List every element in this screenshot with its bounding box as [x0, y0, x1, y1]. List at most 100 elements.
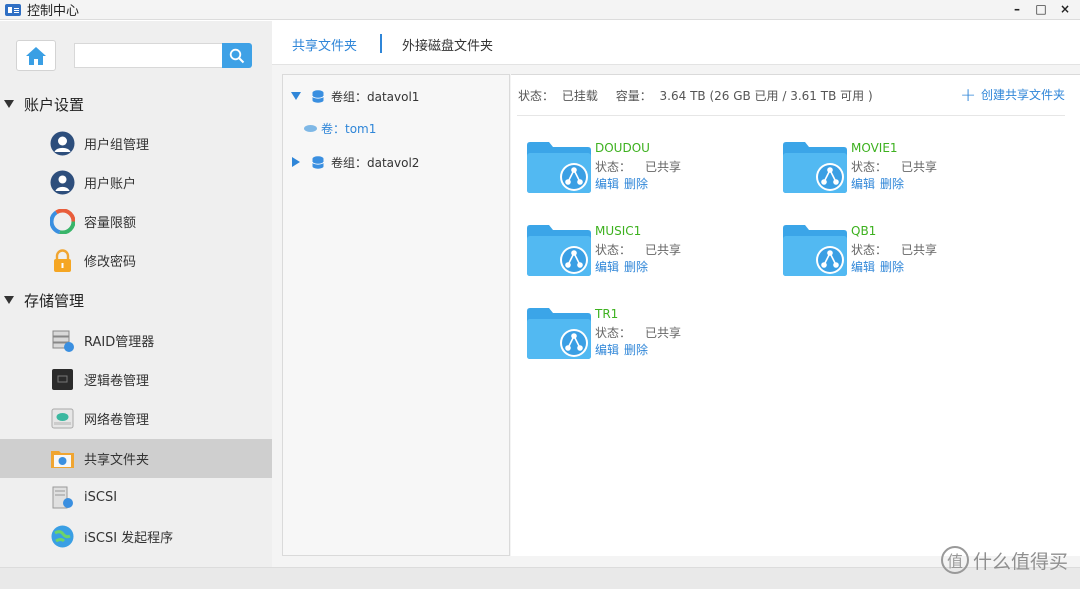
edit-link[interactable]: 编辑 — [595, 260, 619, 274]
volume-icon — [304, 124, 317, 132]
expand-down-icon[interactable] — [291, 92, 301, 100]
quota-icon — [50, 209, 75, 234]
home-button[interactable] — [16, 40, 56, 71]
sidebar-item-user-accounts[interactable]: 用户账户 — [0, 163, 272, 202]
delete-link[interactable]: 删除 — [880, 177, 904, 191]
folder-card[interactable]: TR1 状态： 已共享 编辑 删除 — [527, 307, 767, 367]
sidebar-item-raid-manager[interactable]: RAID管理器 — [0, 321, 272, 360]
tab-bar: 共享文件夹 外接磁盘文件夹 — [272, 21, 1080, 65]
window-controls: – □ × — [1010, 2, 1072, 16]
sidebar-item-shared-folder[interactable]: 共享文件夹 — [0, 439, 272, 478]
folder-name[interactable]: QB1 — [851, 224, 876, 238]
folder-name[interactable]: MOVIE1 — [851, 141, 898, 155]
delete-link[interactable]: 删除 — [624, 260, 648, 274]
watermark: 值 什么值得买 — [940, 546, 1068, 574]
close-button[interactable]: × — [1058, 2, 1072, 16]
create-shared-folder-button[interactable]: + 创建共享文件夹 — [960, 83, 1065, 106]
sidebar-item-label: iSCSI — [84, 490, 118, 505]
sidebar-item-network-volume[interactable]: 网络卷管理 — [0, 399, 272, 438]
delete-link[interactable]: 删除 — [624, 177, 648, 191]
user-icon — [50, 170, 75, 195]
folder-status: 状态： 已共享 — [851, 241, 937, 258]
sidebar-item-label: 共享文件夹 — [84, 453, 150, 468]
maximize-button[interactable]: □ — [1034, 2, 1048, 16]
volume-tree: 卷组：datavol1 卷：tom1 卷组：datavol2 — [282, 74, 510, 556]
home-icon — [26, 46, 46, 65]
network-volume-icon — [51, 408, 74, 429]
group-account-settings[interactable]: 账户设置 — [0, 89, 272, 119]
folder-actions: 编辑 删除 — [851, 175, 909, 192]
sidebar-item-label: 容量限额 — [84, 216, 137, 231]
folder-status: 状态： 已共享 — [851, 158, 937, 175]
shared-folder-icon — [51, 451, 74, 468]
tab-shared-folders[interactable]: 共享文件夹 — [292, 35, 357, 54]
edit-link[interactable]: 编辑 — [595, 177, 619, 191]
folder-share-icon — [527, 142, 591, 193]
group-label: 存储管理 — [24, 291, 85, 310]
tree-node-datavol1[interactable]: 卷组：datavol1 — [283, 85, 509, 107]
tree-node-tom1[interactable]: 卷：tom1 — [283, 117, 509, 139]
folder-name[interactable]: DOUDOU — [595, 141, 650, 155]
search-input[interactable] — [74, 43, 224, 68]
delete-link[interactable]: 删除 — [880, 260, 904, 274]
sidebar-item-change-password[interactable]: 修改密码 — [0, 241, 272, 280]
sidebar-item-label: RAID管理器 — [84, 335, 155, 350]
sidebar-item-iscsi-initiator[interactable]: iSCSI 发起程序 — [0, 517, 272, 556]
capacity-label: 容量： — [615, 89, 652, 103]
sidebar-item-logical-volume[interactable]: 逻辑卷管理 — [0, 360, 272, 399]
folder-share-icon — [783, 142, 847, 193]
folder-card[interactable]: QB1 状态： 已共享 编辑 删除 — [783, 224, 1023, 284]
edit-link[interactable]: 编辑 — [851, 177, 875, 191]
folder-panel: 状态： 已挂载 容量： 3.64 TB (26 GB 已用 / 3.61 TB … — [511, 74, 1080, 556]
plus-icon: + — [960, 83, 976, 106]
chevron-down-icon — [4, 296, 14, 304]
expand-right-icon[interactable] — [292, 157, 300, 167]
sidebar: 账户设置 用户组管理 用户账户 容量限额 修改密码 存储管理 RAID管理器 逻… — [0, 21, 272, 567]
sidebar-item-user-groups[interactable]: 用户组管理 — [0, 124, 272, 163]
folder-actions: 编辑 删除 — [595, 258, 653, 275]
tab-external-disk-folders[interactable]: 外接磁盘文件夹 — [402, 35, 493, 54]
folder-status-value: 已共享 — [901, 160, 938, 174]
edit-link[interactable]: 编辑 — [595, 343, 619, 357]
folder-status: 状态： 已共享 — [595, 241, 681, 258]
folder-status-label: 状态： — [595, 243, 632, 257]
sidebar-item-iscsi[interactable]: iSCSI — [0, 478, 272, 517]
folder-status: 状态： 已共享 — [595, 158, 681, 175]
watermark-logo-icon: 值 — [940, 546, 969, 574]
sidebar-item-label: 用户组管理 — [84, 138, 150, 153]
bottom-bar — [0, 567, 1080, 589]
search-button[interactable] — [222, 43, 252, 68]
window-title: 控制中心 — [27, 4, 80, 19]
watermark-text: 什么值得买 — [972, 550, 1068, 573]
sidebar-item-label: 修改密码 — [84, 255, 137, 270]
delete-link[interactable]: 删除 — [624, 343, 648, 357]
title-bar: 控制中心 – □ × — [0, 0, 1080, 20]
folder-status-value: 已共享 — [901, 243, 938, 257]
folder-actions: 编辑 删除 — [851, 258, 909, 275]
folder-share-icon — [527, 225, 591, 276]
folder-status-label: 状态： — [851, 160, 888, 174]
folder-actions: 编辑 删除 — [595, 175, 653, 192]
edit-link[interactable]: 编辑 — [851, 260, 875, 274]
iscsi-initiator-icon — [51, 525, 74, 548]
group-label: 账户设置 — [24, 95, 85, 114]
folder-share-icon — [527, 308, 591, 359]
folder-status-label: 状态： — [851, 243, 888, 257]
folder-card[interactable]: DOUDOU 状态： 已共享 编辑 删除 — [527, 141, 767, 201]
group-storage-management[interactable]: 存储管理 — [0, 285, 272, 315]
tree-node-datavol2[interactable]: 卷组：datavol2 — [283, 151, 509, 173]
search-icon — [229, 48, 245, 63]
minimize-button[interactable]: – — [1010, 2, 1024, 16]
folder-share-icon — [783, 225, 847, 276]
folder-card[interactable]: MUSIC1 状态： 已共享 编辑 删除 — [527, 224, 767, 284]
content-area: 卷组：datavol1 卷：tom1 卷组：datavol2 状态： 已挂载 容… — [272, 65, 1080, 567]
iscsi-icon — [52, 486, 73, 509]
folder-name[interactable]: MUSIC1 — [595, 224, 641, 238]
sidebar-item-label: iSCSI 发起程序 — [84, 531, 174, 546]
folder-card[interactable]: MOVIE1 状态： 已共享 编辑 删除 — [783, 141, 1023, 201]
folder-status-label: 状态： — [595, 326, 632, 340]
status-value: 已挂载 — [561, 89, 598, 103]
folder-name[interactable]: TR1 — [595, 307, 618, 321]
status-label: 状态： — [518, 89, 555, 103]
sidebar-item-quota[interactable]: 容量限额 — [0, 202, 272, 241]
